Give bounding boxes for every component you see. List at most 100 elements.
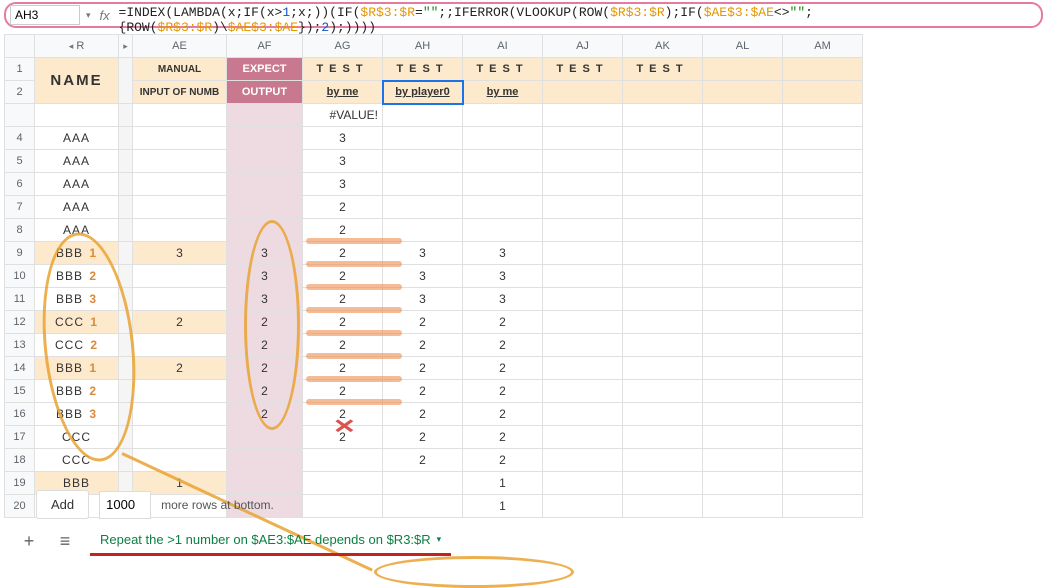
add-rows-input[interactable] [99, 491, 151, 519]
cell-name[interactable]: CCC 1 [35, 311, 119, 334]
cell-ag[interactable]: 2 [303, 242, 383, 265]
cell-aj[interactable] [543, 265, 623, 288]
cell-name[interactable]: BBB 1 [35, 242, 119, 265]
all-sheets-icon[interactable]: ≡ [54, 531, 76, 552]
cell-ah[interactable] [383, 472, 463, 495]
col-header-AK[interactable]: AK [623, 35, 703, 58]
cell-ai[interactable]: 2 [463, 380, 543, 403]
cell-ak[interactable] [623, 472, 703, 495]
row-header-2[interactable]: 2 [5, 81, 35, 104]
cell-am[interactable] [783, 173, 863, 196]
header-test-sub[interactable] [783, 81, 863, 104]
header-test[interactable] [703, 58, 783, 81]
cell-ae[interactable] [133, 334, 227, 357]
cell-ak[interactable] [623, 403, 703, 426]
cell-ag[interactable] [303, 449, 383, 472]
cell-ag[interactable]: 2 [303, 426, 383, 449]
cell-ah[interactable]: 3 [383, 265, 463, 288]
cell-af[interactable] [227, 173, 303, 196]
cell-ag[interactable]: 2 [303, 380, 383, 403]
cell-ai[interactable] [463, 150, 543, 173]
cell-name[interactable]: CCC 2 [35, 334, 119, 357]
cell-ag[interactable]: 2 [303, 334, 383, 357]
cell-af[interactable]: 2 [227, 311, 303, 334]
cell-ag[interactable]: 2 [303, 357, 383, 380]
col-gap[interactable]: ▸ [119, 35, 133, 58]
cell-ag[interactable]: 2 [303, 288, 383, 311]
cell-ag[interactable]: 2 [303, 219, 383, 242]
cell-ak[interactable] [623, 127, 703, 150]
cell-aj[interactable] [543, 357, 623, 380]
cell-aj[interactable] [543, 495, 623, 518]
spreadsheet-grid[interactable]: ◂ R ▸ AE AF AG AH AI AJ AK AL AM 1 NAME … [4, 34, 1047, 518]
row-header-12[interactable]: 12 [5, 311, 35, 334]
add-rows-button[interactable]: Add [36, 490, 89, 519]
cell-am[interactable] [783, 127, 863, 150]
cell-ah[interactable] [383, 127, 463, 150]
cell-ai[interactable] [463, 196, 543, 219]
header-test[interactable]: TEST [383, 58, 463, 81]
cell-ai[interactable] [463, 173, 543, 196]
header-manual-sub[interactable]: INPUT OF NUMB [133, 81, 227, 104]
cell-af[interactable] [227, 127, 303, 150]
cell-ag[interactable]: 2 [303, 403, 383, 426]
header-byme[interactable]: by me [463, 81, 543, 104]
cell-ak[interactable] [623, 219, 703, 242]
cell-af[interactable] [227, 426, 303, 449]
row-header-4[interactable]: 4 [5, 127, 35, 150]
cell-al[interactable] [703, 242, 783, 265]
row-header-6[interactable]: 6 [5, 173, 35, 196]
cell-am[interactable] [783, 334, 863, 357]
col-right-icon[interactable]: ▸ [123, 41, 128, 51]
cell-al[interactable] [703, 472, 783, 495]
cell-aj[interactable] [543, 380, 623, 403]
cell-ae[interactable] [133, 380, 227, 403]
row-header-1[interactable]: 1 [5, 58, 35, 81]
cell-al[interactable] [703, 334, 783, 357]
row-header-11[interactable]: 11 [5, 288, 35, 311]
header-expect-sub[interactable]: OUTPUT [227, 81, 303, 104]
row-header-20[interactable]: 20 [5, 495, 35, 518]
cell-ae[interactable]: 3 [133, 242, 227, 265]
cell-ah[interactable]: 2 [383, 449, 463, 472]
row-header-9[interactable]: 9 [5, 242, 35, 265]
cell-af[interactable] [227, 150, 303, 173]
cell-al[interactable] [703, 449, 783, 472]
cell-name[interactable]: BBB 1 [35, 357, 119, 380]
cell-name[interactable]: BBB 2 [35, 265, 119, 288]
cell-ai[interactable]: 2 [463, 449, 543, 472]
cell-ai[interactable]: 3 [463, 288, 543, 311]
name-box[interactable] [10, 5, 80, 25]
cell-ae[interactable] [133, 173, 227, 196]
cell-am[interactable] [783, 495, 863, 518]
cell-ak[interactable] [623, 449, 703, 472]
cell-ak[interactable] [623, 426, 703, 449]
cell-aj[interactable] [543, 426, 623, 449]
header-test[interactable]: TEST [623, 58, 703, 81]
cell-af[interactable]: 2 [227, 380, 303, 403]
cell-name[interactable]: BBB 3 [35, 288, 119, 311]
row-header-18[interactable]: 18 [5, 449, 35, 472]
col-header-R[interactable]: ◂ R [35, 35, 119, 58]
cell-ag[interactable] [303, 472, 383, 495]
cell-am[interactable] [783, 265, 863, 288]
header-byplayer0[interactable]: by player0 [383, 81, 463, 104]
cell-af[interactable] [227, 219, 303, 242]
cell-al[interactable] [703, 265, 783, 288]
cell-name[interactable]: AAA [35, 150, 119, 173]
col-header-AH[interactable]: AH [383, 35, 463, 58]
cell-aj[interactable] [543, 472, 623, 495]
cell-ai[interactable]: 2 [463, 357, 543, 380]
cell-ai[interactable]: 1 [463, 495, 543, 518]
cell-al[interactable] [703, 357, 783, 380]
cell-ak[interactable] [623, 242, 703, 265]
cell-ak[interactable] [623, 288, 703, 311]
cell-am[interactable] [783, 219, 863, 242]
cell-af[interactable]: 2 [227, 334, 303, 357]
header-manual[interactable]: MANUAL [133, 58, 227, 81]
cell-af[interactable]: 3 [227, 242, 303, 265]
sheet-tab-caret-icon[interactable]: ▾ [437, 534, 442, 545]
cell-aj[interactable] [543, 127, 623, 150]
cell-ai[interactable]: 3 [463, 242, 543, 265]
col-header-AE[interactable]: AE [133, 35, 227, 58]
